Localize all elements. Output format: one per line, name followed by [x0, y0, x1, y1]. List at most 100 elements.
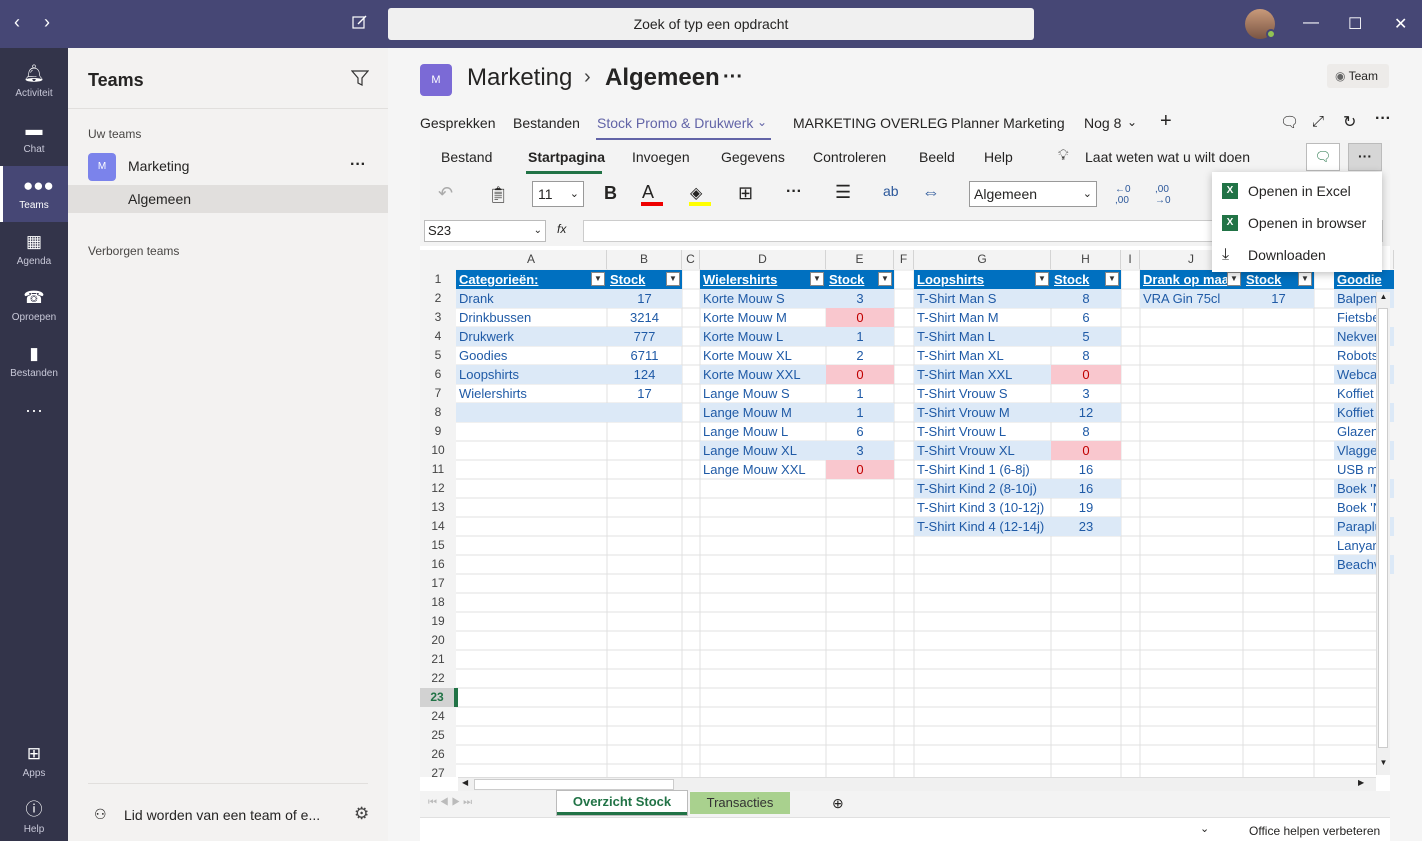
add-sheet-icon[interactable]: ⊕: [832, 795, 844, 812]
table-cell[interactable]: 8: [1051, 422, 1121, 441]
feedback-link[interactable]: Office helpen verbeteren: [1249, 824, 1380, 838]
minimize-button[interactable]: —: [1303, 14, 1319, 32]
table-cell[interactable]: 0: [826, 460, 894, 479]
undo-icon[interactable]: ↶: [438, 183, 453, 204]
column-header-f[interactable]: F: [894, 250, 914, 269]
filter-dropdown-icon[interactable]: ▼: [1298, 272, 1312, 286]
table-cell[interactable]: 6: [1051, 308, 1121, 327]
rail-more[interactable]: ···: [0, 390, 68, 446]
name-box[interactable]: S23 ⌄: [424, 220, 546, 242]
row-header-25[interactable]: 25: [420, 726, 456, 745]
table-cell[interactable]: 19: [1051, 498, 1121, 517]
table-cell[interactable]: Drinkbussen: [456, 308, 607, 327]
column-header-e[interactable]: E: [826, 250, 894, 269]
row-header-10[interactable]: 10: [420, 441, 456, 460]
table-cell[interactable]: 17: [1243, 289, 1314, 308]
table-cell[interactable]: 16: [1051, 460, 1121, 479]
ribbon-tab-gegevens[interactable]: Gegevens: [721, 149, 785, 165]
rail-chat[interactable]: ▬ Chat: [0, 110, 68, 166]
filter-dropdown-icon[interactable]: ▼: [591, 272, 605, 286]
row-header-23[interactable]: 23: [420, 688, 456, 707]
column-header-a[interactable]: A: [456, 250, 607, 269]
row-header-24[interactable]: 24: [420, 707, 456, 726]
tab-more[interactable]: Nog 8: [1084, 115, 1121, 131]
table-header-k[interactable]: Stock ▼: [1243, 270, 1314, 289]
table-cell[interactable]: Drank: [456, 289, 607, 308]
row-header-22[interactable]: 22: [420, 669, 456, 688]
row-header-7[interactable]: 7: [420, 384, 456, 403]
fx-icon[interactable]: fx: [557, 222, 566, 236]
table-cell[interactable]: T-Shirt Man XL: [914, 346, 1051, 365]
row-header-13[interactable]: 13: [420, 498, 456, 517]
borders-icon[interactable]: ⊞: [738, 183, 753, 204]
compose-icon[interactable]: [352, 14, 368, 30]
decrease-decimal-icon[interactable]: ,00 →0: [1155, 184, 1171, 206]
row-header-26[interactable]: 26: [420, 745, 456, 764]
ribbon-tab-invoegen[interactable]: Invoegen: [632, 149, 690, 165]
table-cell[interactable]: Korte Mouw S: [700, 289, 826, 308]
table-cell[interactable]: Drukwerk: [456, 327, 607, 346]
filter-dropdown-icon[interactable]: ▼: [1035, 272, 1049, 286]
table-cell[interactable]: T-Shirt Vrouw XL: [914, 441, 1051, 460]
table-cell[interactable]: 0: [826, 308, 894, 327]
ribbon-tab-bestand[interactable]: Bestand: [441, 149, 492, 165]
column-header-g[interactable]: G: [914, 250, 1051, 269]
table-cell[interactable]: VRA Gin 75cl: [1140, 289, 1243, 308]
table-cell[interactable]: 16: [1051, 479, 1121, 498]
table-header-l[interactable]: Goodie: [1334, 270, 1394, 289]
table-cell[interactable]: Loopshirts: [456, 365, 607, 384]
more-commands-icon[interactable]: ···: [786, 183, 802, 201]
rail-bestanden[interactable]: ▮ Bestanden: [0, 334, 68, 390]
sheet-tab-overzicht[interactable]: Overzicht Stock: [557, 791, 687, 815]
table-cell[interactable]: Lange Mouw XXL: [700, 460, 826, 479]
table-cell[interactable]: T-Shirt Vrouw S: [914, 384, 1051, 403]
scroll-down-icon[interactable]: ▼: [1377, 758, 1390, 772]
horizontal-scrollbar[interactable]: ◀ ▶: [458, 777, 1376, 791]
maximize-button[interactable]: ☐: [1348, 14, 1362, 34]
menu-download[interactable]: ⤓ Downloaden: [1212, 239, 1382, 271]
hscroll-thumb[interactable]: [474, 779, 674, 790]
table-cell[interactable]: Lange Mouw XL: [700, 441, 826, 460]
table-cell[interactable]: 12: [1051, 403, 1121, 422]
forward-button[interactable]: ›: [44, 12, 50, 33]
row-header-15[interactable]: 15: [420, 536, 456, 555]
table-header-j[interactable]: Drank op maat ▼: [1140, 270, 1243, 289]
table-cell[interactable]: 0: [1051, 441, 1121, 460]
tab-bestanden[interactable]: Bestanden: [513, 115, 580, 131]
table-cell[interactable]: 8: [1051, 289, 1121, 308]
table-cell[interactable]: T-Shirt Kind 2 (8-10j): [914, 479, 1051, 498]
scroll-thumb[interactable]: [1378, 308, 1388, 748]
filter-dropdown-icon[interactable]: ▼: [810, 272, 824, 286]
ribbon-tab-help[interactable]: Help: [984, 149, 1013, 165]
scroll-left-icon[interactable]: ◀: [462, 778, 468, 787]
menu-open-excel[interactable]: X Openen in Excel: [1212, 175, 1382, 207]
row-header-4[interactable]: 4: [420, 327, 456, 346]
refresh-icon[interactable]: ↻: [1343, 112, 1356, 132]
header-team[interactable]: Marketing: [467, 64, 572, 92]
rail-activiteit[interactable]: 🔔︎ Activiteit: [0, 54, 68, 110]
table-cell[interactable]: 1: [826, 403, 894, 422]
rail-teams[interactable]: ●●● Teams: [0, 166, 68, 222]
table-cell[interactable]: 6711: [607, 346, 682, 365]
table-cell[interactable]: Wielershirts: [456, 384, 607, 403]
table-cell[interactable]: [456, 403, 607, 422]
sheet-tab-transacties[interactable]: Transacties: [690, 792, 790, 814]
table-cell[interactable]: 124: [607, 365, 682, 384]
table-cell[interactable]: 3214: [607, 308, 682, 327]
ribbon-tab-startpagina[interactable]: Startpagina: [528, 149, 605, 165]
row-header-9[interactable]: 9: [420, 422, 456, 441]
table-cell[interactable]: Lange Mouw S: [700, 384, 826, 403]
table-cell[interactable]: 1: [826, 384, 894, 403]
table-header-e[interactable]: Stock ▼: [826, 270, 894, 289]
table-cell[interactable]: 2: [826, 346, 894, 365]
tell-me-input[interactable]: Laat weten wat u wilt doen: [1085, 149, 1250, 165]
font-size-select[interactable]: 11 ⌄: [532, 181, 584, 207]
table-cell[interactable]: 3: [826, 441, 894, 460]
table-header-d[interactable]: Wielershirts ▼: [700, 270, 826, 289]
column-header-d[interactable]: D: [700, 250, 826, 269]
team-name[interactable]: Marketing: [128, 158, 189, 174]
table-cell[interactable]: T-Shirt Man L: [914, 327, 1051, 346]
orientation-icon[interactable]: ab: [883, 183, 899, 199]
table-cell[interactable]: Korte Mouw M: [700, 308, 826, 327]
table-header-a[interactable]: Categorieën: ▼: [456, 270, 607, 289]
